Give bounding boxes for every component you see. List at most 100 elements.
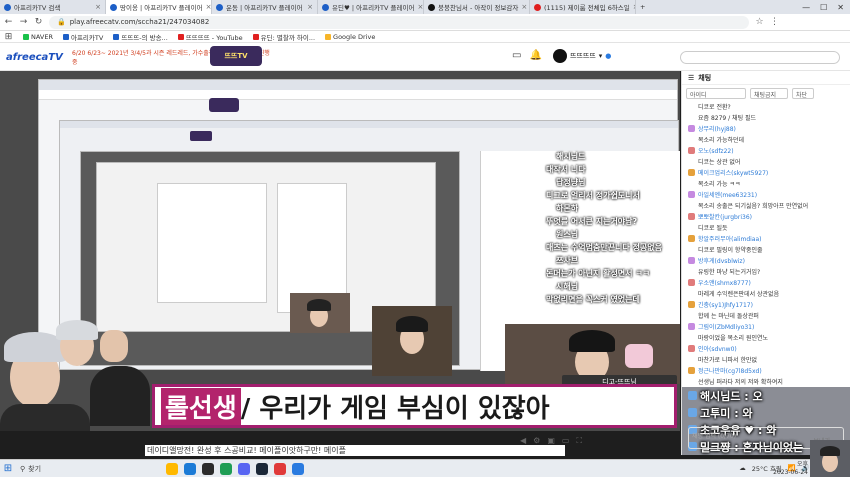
chat-row: 상무리(hyj88) [682, 123, 850, 134]
new-tab-button[interactable]: + [636, 0, 656, 14]
chat-username[interactable]: 인아(sdvnw0) [698, 344, 737, 353]
tab-5[interactable]: (1115) 제이룸 전체입 6하스일× [530, 0, 636, 14]
afreeca-favicon-icon [110, 3, 117, 11]
chat-row: 디코로 필링이 항약중인줄 [682, 244, 850, 255]
close-icon[interactable]: × [521, 3, 527, 11]
stream-video[interactable]: 해시님드 대작서 니다 답정냥님 디그로 얼리서 정가쉽도니서 하몬하 뚜엇를 … [0, 71, 680, 431]
chat-username[interactable]: 메이크업리스(skywt5927) [698, 168, 768, 177]
chat-row: 목소리 가능 ㅋㅋ [682, 178, 850, 189]
tab-3[interactable]: 유딘♥ | 아프리카TV 플레이어 × [318, 0, 424, 14]
chat-username[interactable]: 뽀뽀찰칸(jurgbri36) [698, 212, 752, 221]
user-id-input[interactable]: 아이디 [686, 87, 746, 99]
maximize-icon[interactable]: ☐ [820, 3, 827, 12]
chat-panel: ☰ 채팅 아이디 채팅금지 차단 디코로 전환? 요즘 8279 / 채팅 필드 상… [681, 71, 850, 455]
taskbar-search[interactable]: ⚲ 찾기 [16, 464, 166, 474]
overlay-chat: 시해님 [556, 282, 579, 291]
tab-4[interactable]: 붕붕찬님서 - 아작이 정보감자 × [424, 0, 530, 14]
chat-username[interactable]: 아일세엔(mee63231) [698, 190, 757, 199]
reload-icon[interactable]: ↻ [34, 17, 43, 27]
app-icon[interactable] [202, 462, 214, 475]
close-window-icon[interactable]: ✕ [837, 3, 844, 12]
lock-icon: 🔒 [57, 18, 66, 26]
steam-icon[interactable] [256, 462, 268, 475]
bookmark-label: 뜨뜨뜨-의 방송... [121, 33, 168, 42]
close-icon[interactable]: × [206, 3, 211, 11]
subtitle-text: / 우리가 게임 부심이 있잖아 [240, 393, 550, 424]
chat-username[interactable]: 정근나만마(cg7l8d5xd) [698, 366, 762, 375]
chat-row: 목소리 가능하던데 [682, 134, 850, 145]
file-explorer-icon[interactable] [166, 462, 178, 475]
chat-username[interactable]: 항알주러무아(alimdiaa) [698, 234, 762, 243]
bookmark-drive[interactable]: Google Drive [325, 33, 375, 41]
chat-bubble-icon[interactable]: ● [605, 52, 611, 60]
close-icon[interactable]: × [95, 3, 101, 11]
edge-icon[interactable] [184, 462, 196, 475]
afreeca-favicon-icon [322, 3, 329, 11]
user-menu[interactable]: 뜨뜨뜨뜨 ▾ ● [553, 49, 611, 63]
user-badge-icon [688, 191, 695, 198]
event-banner[interactable]: 뜨뜨TV [210, 46, 262, 66]
user-badge-icon [688, 367, 695, 374]
subtitle-caption: 롤선생 / 우리가 게임 부심이 있잖아 [152, 384, 677, 428]
chat-row-large: 해시님드 : 오 [682, 387, 850, 404]
chrome-icon[interactable] [220, 462, 232, 475]
chat-option-select[interactable]: 채팅금지 [750, 87, 788, 99]
bell-icon[interactable]: 🔔 [529, 50, 541, 61]
menu-icon[interactable]: ⋮ [770, 17, 779, 27]
overlay-chat: 돈머는가 아닌지 활성면서 ㅋㅋ [546, 269, 651, 278]
discord-icon[interactable] [238, 462, 250, 475]
chat-row: 마레게 수익렌은판데서 상관없음 [682, 288, 850, 299]
chat-icon: ☰ [688, 73, 695, 82]
windows-start-icon[interactable]: ⊞ [0, 463, 16, 474]
site-logo[interactable]: afreecaTV [6, 52, 63, 63]
block-button[interactable]: 차단 [792, 87, 814, 99]
tab-1[interactable]: 땅이옹 | 아프리카TV 플레이어 × [106, 0, 212, 14]
bookmark-naver[interactable]: NAVER [23, 33, 53, 41]
fullscreen-icon[interactable]: ⛶ [576, 436, 582, 446]
chat-title: 채팅 [698, 73, 712, 82]
bookmark-label: NAVER [31, 32, 53, 41]
chat-row: 디코로 될듯 [682, 222, 850, 233]
bookmark-youtube[interactable]: 뜨뜨뜨뜨 - YouTube [177, 32, 243, 42]
chat-row: 디코는 상관 없어 [682, 156, 850, 167]
obs-icon[interactable] [274, 462, 286, 475]
chat-username[interactable]: 오노(sdfz22) [698, 146, 734, 155]
bookmark-label: Google Drive [333, 32, 376, 41]
clock-date: 2023-06-24 [773, 469, 808, 476]
close-icon[interactable]: × [417, 3, 423, 11]
chat-username[interactable]: 우소앤(shmx8777) [698, 278, 751, 287]
bookmark-channel[interactable]: 뜨뜨뜨-의 방송... [113, 32, 168, 42]
chat-row: 요즘 8279 / 채팅 필드 [682, 112, 850, 123]
apps-icon[interactable]: ⊞ [4, 32, 13, 42]
close-icon[interactable]: × [307, 3, 313, 11]
user-badge-icon [688, 323, 695, 330]
chat-username[interactable]: 방후게(dvsblwiz) [698, 256, 745, 265]
minimize-icon[interactable]: — [802, 3, 810, 12]
chat-message: 디코로 필링이 항약중인줄 [698, 247, 763, 254]
chat-message: 유링한 마냥 되는거거임? [698, 269, 761, 276]
tab-0[interactable]: 아프리카TV 검색 × [0, 0, 106, 14]
chat-row: 선생님 퍼라다 저의 저와 확하여지 [682, 376, 850, 387]
forward-icon[interactable]: → [19, 17, 28, 27]
bookmark-afreeca[interactable]: 아프리카TV [62, 32, 103, 42]
chat-row: 그림이(ZbMdliyo31) [682, 321, 850, 332]
tab-2[interactable]: 운동 | 아프리카TV 플레이어 × [212, 0, 318, 14]
chat-username[interactable]: 긴충(sy1)Jhfy1717) [698, 300, 753, 309]
video-icon[interactable]: ▭ [512, 50, 521, 61]
tab-label: 붕붕찬님서 - 아작이 정보감자 [438, 4, 519, 12]
chat-username[interactable]: 그림이(ZbMdliyo31) [698, 322, 754, 331]
bookmark-yudin[interactable]: 유딘: 별찰까 하이... [252, 32, 316, 42]
user-badge-icon [688, 169, 695, 176]
chat-message: 목소리 송출은 되기싫음? 희망아프 만연없어 [698, 203, 809, 210]
back-icon[interactable]: ← [4, 17, 13, 27]
afreeca-favicon-icon [216, 3, 223, 11]
url-field[interactable]: 🔒 play.afreecatv.com/sccha21/247034082 [49, 15, 749, 29]
search-input[interactable] [680, 51, 840, 64]
streamer-left [0, 320, 150, 431]
clock[interactable]: 오후 2023-06-24 [773, 461, 808, 477]
chat-username[interactable]: 상무리(hyj88) [698, 124, 736, 133]
bookmark-label: 유딘: 별찰까 하이... [260, 33, 316, 42]
afreeca-app-icon[interactable] [292, 462, 304, 475]
star-icon[interactable]: ☆ [755, 17, 764, 27]
chat-row: 항알주러무아(alimdiaa) [682, 233, 850, 244]
